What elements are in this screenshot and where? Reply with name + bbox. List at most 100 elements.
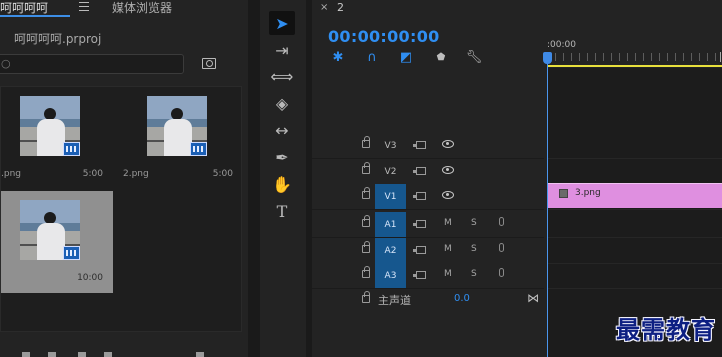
lock-icon[interactable] xyxy=(362,291,370,303)
track-lane-a1[interactable] xyxy=(547,212,722,238)
master-volume-value[interactable]: 0.0 xyxy=(454,293,470,304)
project-panel-footer xyxy=(0,348,240,357)
microphone-icon[interactable] xyxy=(499,217,504,226)
close-sequence-icon[interactable]: × xyxy=(320,2,328,13)
insert-nest-icon[interactable]: ✱ xyxy=(330,49,346,65)
clip-fx-icon xyxy=(559,189,568,198)
lock-icon[interactable] xyxy=(362,162,370,174)
track-lane-a3[interactable] xyxy=(547,263,722,289)
clip-card[interactable]: 2.png 5:00 xyxy=(122,87,242,189)
clip-duration: 5:00 xyxy=(82,169,103,179)
track-target-a3[interactable]: A3 xyxy=(375,263,406,288)
lock-icon[interactable] xyxy=(362,187,370,199)
clip-name: .png xyxy=(1,169,21,179)
go-to-in-point-icon[interactable]: ⋈ xyxy=(527,291,539,305)
list-view-icon[interactable] xyxy=(22,352,30,357)
track-header-a1: A1 M S xyxy=(312,212,544,238)
track-header-v1: V1 xyxy=(312,184,544,210)
timeline-panel: × 2 00:00:00:00 ✱ ∩ ◩ ⬟ 🔧︎ :00:00 V3 V2 … xyxy=(312,0,722,357)
track-header-a2: A2 M S xyxy=(312,238,544,264)
clip-card[interactable]: .png 5:00 xyxy=(1,87,121,189)
lock-icon[interactable] xyxy=(362,241,370,253)
slip-tool-icon[interactable]: ↔ xyxy=(269,118,295,142)
mute-button[interactable]: M xyxy=(444,244,452,254)
master-track-label: 主声道 xyxy=(378,294,411,307)
timeline-clip-name: 3.png xyxy=(575,188,601,198)
wrench-icon[interactable]: 🔧︎ xyxy=(466,49,483,65)
razor-tool-icon[interactable]: ◈ xyxy=(269,91,295,115)
tab-media-browser[interactable]: 媒体浏览器 xyxy=(112,0,172,16)
track-lane-v2[interactable] xyxy=(547,159,722,185)
track-target-a2[interactable]: A2 xyxy=(375,238,406,263)
sync-lock-icon[interactable] xyxy=(413,141,426,149)
microphone-icon[interactable] xyxy=(499,243,504,252)
clip-thumbnail xyxy=(147,96,207,156)
search-icon: ○ xyxy=(1,57,11,70)
type-tool-icon[interactable]: T xyxy=(269,199,295,223)
playhead-timecode[interactable]: 00:00:00:00 xyxy=(328,27,440,46)
clip-thumbnail xyxy=(20,96,80,156)
track-target-a1[interactable]: A1 xyxy=(375,212,406,237)
track-target-v1[interactable]: V1 xyxy=(375,184,406,209)
ruler-major-tick xyxy=(720,52,721,62)
clip-name: 2.png xyxy=(123,169,149,179)
mute-button[interactable]: M xyxy=(444,218,452,228)
project-panel: 呵呵呵呵 媒体浏览器 呵呵呵呵.prproj ○ .png 5:00 2.png… xyxy=(0,0,248,357)
track-target-v3[interactable]: V3 xyxy=(375,133,406,158)
icon-view-icon[interactable] xyxy=(48,352,56,357)
linked-selection-icon[interactable]: ◩ xyxy=(398,49,414,65)
sync-lock-icon[interactable] xyxy=(413,271,426,279)
playhead-line[interactable] xyxy=(547,52,548,357)
tab-project[interactable]: 呵呵呵呵 xyxy=(0,0,48,16)
work-area-bar[interactable] xyxy=(547,65,722,67)
pen-tool-icon[interactable]: ✒ xyxy=(269,145,295,169)
selection-tool-icon[interactable]: ➤ xyxy=(269,11,295,35)
sync-lock-icon[interactable] xyxy=(413,192,426,200)
track-lane-a2[interactable] xyxy=(547,238,722,264)
new-item-icon[interactable] xyxy=(196,352,204,357)
playhead-handle[interactable] xyxy=(543,52,552,64)
lock-icon[interactable] xyxy=(362,136,370,148)
panel-divider[interactable] xyxy=(248,0,260,357)
eye-icon[interactable] xyxy=(442,191,454,199)
image-sequence-badge-icon xyxy=(63,142,80,156)
lock-icon[interactable] xyxy=(362,215,370,227)
track-header-v3: V3 xyxy=(312,133,544,159)
watermark-logo: 最需教育 xyxy=(616,315,716,344)
panel-tabs: 呵呵呵呵 媒体浏览器 xyxy=(0,0,248,17)
panel-menu-icon[interactable] xyxy=(79,2,89,12)
ruler-start-label: :00:00 xyxy=(547,40,576,50)
ruler-ticks xyxy=(547,53,722,61)
freeform-view-icon[interactable] xyxy=(78,352,86,357)
lock-icon[interactable] xyxy=(362,266,370,278)
eye-icon[interactable] xyxy=(442,166,454,174)
add-marker-icon[interactable]: ⬟ xyxy=(433,49,449,65)
track-target-v2[interactable]: V2 xyxy=(375,159,406,184)
snap-magnet-icon[interactable]: ∩ xyxy=(364,49,380,65)
solo-button[interactable]: S xyxy=(471,269,477,279)
solo-button[interactable]: S xyxy=(471,218,477,228)
image-sequence-badge-icon xyxy=(190,142,207,156)
master-track-header: 主声道 0.0 ⋈ xyxy=(312,288,544,312)
hand-tool-icon[interactable]: ✋ xyxy=(269,172,295,196)
sync-lock-icon[interactable] xyxy=(413,246,426,254)
solo-button[interactable]: S xyxy=(471,244,477,254)
find-bin-icon[interactable] xyxy=(202,58,216,69)
clip-duration: 5:00 xyxy=(212,169,233,179)
track-select-tool-icon[interactable]: ⇥ xyxy=(269,38,295,62)
track-lane-v3[interactable] xyxy=(547,133,722,159)
search-input[interactable]: ○ xyxy=(0,54,184,74)
clip-duration: 10:00 xyxy=(77,273,103,283)
sequence-tab[interactable]: 2 xyxy=(337,1,344,14)
clip-card-selected[interactable]: 10:00 xyxy=(1,191,113,293)
ripple-edit-tool-icon[interactable]: ⟺ xyxy=(269,64,295,88)
tools-panel: ➤ ⇥ ⟺ ◈ ↔ ✒ ✋ T xyxy=(260,0,306,357)
timeline-clip[interactable]: 3.png xyxy=(548,183,722,208)
sync-lock-icon[interactable] xyxy=(413,167,426,175)
zoom-slider-icon[interactable] xyxy=(104,352,112,357)
time-ruler[interactable]: :00:00 xyxy=(547,38,722,68)
sync-lock-icon[interactable] xyxy=(413,220,426,228)
eye-icon[interactable] xyxy=(442,140,454,148)
mute-button[interactable]: M xyxy=(444,269,452,279)
microphone-icon[interactable] xyxy=(499,268,504,277)
